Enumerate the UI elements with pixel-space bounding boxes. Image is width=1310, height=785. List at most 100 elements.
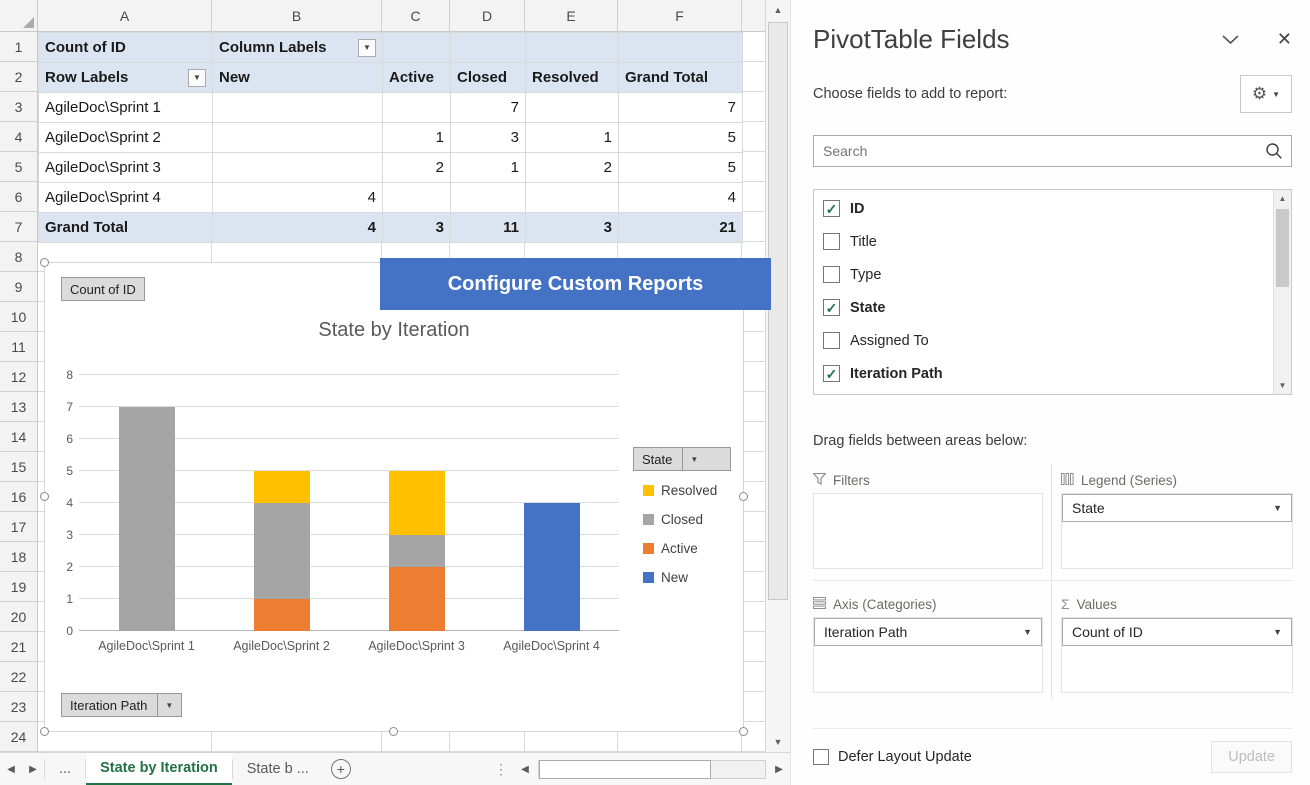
tab-scroll-left-icon[interactable]: ◀ xyxy=(0,753,22,785)
row-header-14[interactable]: 14 xyxy=(0,422,37,452)
tab-overflow[interactable]: ... xyxy=(45,753,85,785)
row-header-22[interactable]: 22 xyxy=(0,662,37,692)
row-label[interactable]: AgileDoc\Sprint 4 xyxy=(39,183,213,213)
row-label[interactable]: AgileDoc\Sprint 2 xyxy=(39,123,213,153)
column-header-b[interactable]: B xyxy=(212,0,382,32)
chart-resize-handle[interactable] xyxy=(739,727,748,736)
pivot-row-1[interactable]: Count of ID Column Labels▼ xyxy=(39,33,743,63)
chart-resize-handle[interactable] xyxy=(40,727,49,736)
value-cell[interactable]: 1 xyxy=(383,123,451,153)
bar-segment-closed[interactable] xyxy=(254,503,310,599)
vertical-scrollbar-thumb[interactable] xyxy=(768,22,788,600)
row-label[interactable]: AgileDoc\Sprint 3 xyxy=(39,153,213,183)
pivot-data-row[interactable]: AgileDoc\Sprint 1 7 7 xyxy=(39,93,743,123)
defer-checkbox[interactable] xyxy=(813,749,829,765)
update-button[interactable]: Update xyxy=(1211,741,1292,773)
grand-total-cell[interactable]: 11 xyxy=(451,213,526,243)
row-header-13[interactable]: 13 xyxy=(0,392,37,422)
grand-total-cell[interactable]: 3 xyxy=(526,213,619,243)
value-cell[interactable] xyxy=(526,183,619,213)
search-box[interactable] xyxy=(813,135,1292,167)
row-header-23[interactable]: 23 xyxy=(0,692,37,722)
hscroll-right-icon[interactable]: ▶ xyxy=(768,753,790,785)
value-cell[interactable]: 1 xyxy=(451,153,526,183)
row-header-2[interactable]: 2 xyxy=(0,62,37,92)
value-cell[interactable]: 4 xyxy=(213,183,383,213)
bar-segment-resolved[interactable] xyxy=(254,471,310,503)
column-header-d[interactable]: D xyxy=(450,0,525,32)
col-header-new[interactable]: New xyxy=(213,63,383,93)
vertical-scrollbar[interactable]: ▲ ▼ xyxy=(765,0,790,752)
tools-button[interactable]: ⚙▼ xyxy=(1240,75,1292,113)
value-cell[interactable] xyxy=(213,123,383,153)
tab-splitter-handle[interactable]: ⋮ xyxy=(494,761,508,778)
row-header-8[interactable]: 8 xyxy=(0,242,37,272)
values-field-chip[interactable]: Count of ID▼ xyxy=(1062,618,1292,646)
field-item-assigned-to[interactable]: Assigned To xyxy=(814,324,1273,357)
value-cell[interactable] xyxy=(383,183,451,213)
column-headers[interactable]: ABCDEF xyxy=(38,0,765,32)
field-checkbox[interactable] xyxy=(823,332,840,349)
legend-dropzone[interactable]: State▼ xyxy=(1061,493,1293,569)
field-checkbox[interactable] xyxy=(823,233,840,250)
row-header-16[interactable]: 16 xyxy=(0,482,37,512)
column-header-a[interactable]: A xyxy=(38,0,212,32)
pivot-data-row[interactable]: AgileDoc\Sprint 4 4 4 xyxy=(39,183,743,213)
col-header-grand-total[interactable]: Grand Total xyxy=(619,63,743,93)
row-header-17[interactable]: 17 xyxy=(0,512,37,542)
pivot-row-2[interactable]: Row Labels▼ New Active Closed Resolved G… xyxy=(39,63,743,93)
cell-row-labels[interactable]: Row Labels▼ xyxy=(39,63,213,93)
scroll-down-icon[interactable]: ▼ xyxy=(766,732,790,752)
select-all-corner[interactable] xyxy=(0,0,38,32)
row-header-4[interactable]: 4 xyxy=(0,122,37,152)
horizontal-scrollbar-thumb[interactable] xyxy=(539,760,711,779)
tab-scroll-right-icon[interactable]: ▶ xyxy=(22,753,44,785)
col-header-closed[interactable]: Closed xyxy=(451,63,526,93)
field-item-id[interactable]: ✓ID xyxy=(814,192,1273,225)
value-cell[interactable] xyxy=(213,93,383,123)
field-checkbox[interactable]: ✓ xyxy=(823,299,840,316)
row-header-6[interactable]: 6 xyxy=(0,182,37,212)
value-cell[interactable] xyxy=(213,153,383,183)
legend-field-chip[interactable]: State▼ xyxy=(1062,494,1292,522)
bar-segment-active[interactable] xyxy=(254,599,310,631)
row-header-11[interactable]: 11 xyxy=(0,332,37,362)
pivot-table[interactable]: Count of ID Column Labels▼ Row Labels▼ N… xyxy=(38,32,743,243)
row-header-15[interactable]: 15 xyxy=(0,452,37,482)
row-labels-filter-button[interactable]: ▼ xyxy=(188,69,206,87)
column-labels-filter-button[interactable]: ▼ xyxy=(358,39,376,57)
row-header-20[interactable]: 20 xyxy=(0,602,37,632)
field-checkbox[interactable]: ✓ xyxy=(823,200,840,217)
field-list-scrollbar[interactable]: ▲ ▼ xyxy=(1273,190,1291,394)
defer-layout-update[interactable]: Defer Layout Update xyxy=(813,749,972,765)
value-cell[interactable]: 3 xyxy=(451,123,526,153)
row-header-3[interactable]: 3 xyxy=(0,92,37,122)
search-input[interactable] xyxy=(813,135,1292,167)
column-header-e[interactable]: E xyxy=(525,0,618,32)
value-cell[interactable] xyxy=(383,93,451,123)
row-header-18[interactable]: 18 xyxy=(0,542,37,572)
bar-segment-closed[interactable] xyxy=(119,407,175,631)
chart-resize-handle[interactable] xyxy=(389,727,398,736)
value-cell[interactable]: 4 xyxy=(619,183,743,213)
scroll-up-icon[interactable]: ▲ xyxy=(766,0,790,20)
field-item-title[interactable]: Title xyxy=(814,225,1273,258)
field-item-state[interactable]: ✓State xyxy=(814,291,1273,324)
bar-segment-resolved[interactable] xyxy=(389,471,445,535)
value-cell[interactable]: 7 xyxy=(619,93,743,123)
value-cell[interactable]: 2 xyxy=(383,153,451,183)
chart-legend-field-button[interactable]: State▼ xyxy=(633,447,731,471)
pane-options-chevron-icon[interactable] xyxy=(1222,35,1239,45)
row-header-24[interactable]: 24 xyxy=(0,722,37,752)
row-header-5[interactable]: 5 xyxy=(0,152,37,182)
column-header-c[interactable]: C xyxy=(382,0,450,32)
chart-resize-handle[interactable] xyxy=(40,258,49,267)
filters-dropzone[interactable] xyxy=(813,493,1043,569)
pivot-chart[interactable]: Count of ID State by Iteration 012345678… xyxy=(44,262,744,732)
row-headers[interactable]: 123456789101112131415161718192021222324 xyxy=(0,32,38,752)
field-checkbox[interactable]: ✓ xyxy=(823,365,840,382)
tab-state-b[interactable]: State b ... xyxy=(233,753,323,785)
grand-total-cell[interactable]: 21 xyxy=(619,213,743,243)
row-label[interactable]: AgileDoc\Sprint 1 xyxy=(39,93,213,123)
chart-axis-field-button[interactable]: Iteration Path▼ xyxy=(61,693,182,717)
